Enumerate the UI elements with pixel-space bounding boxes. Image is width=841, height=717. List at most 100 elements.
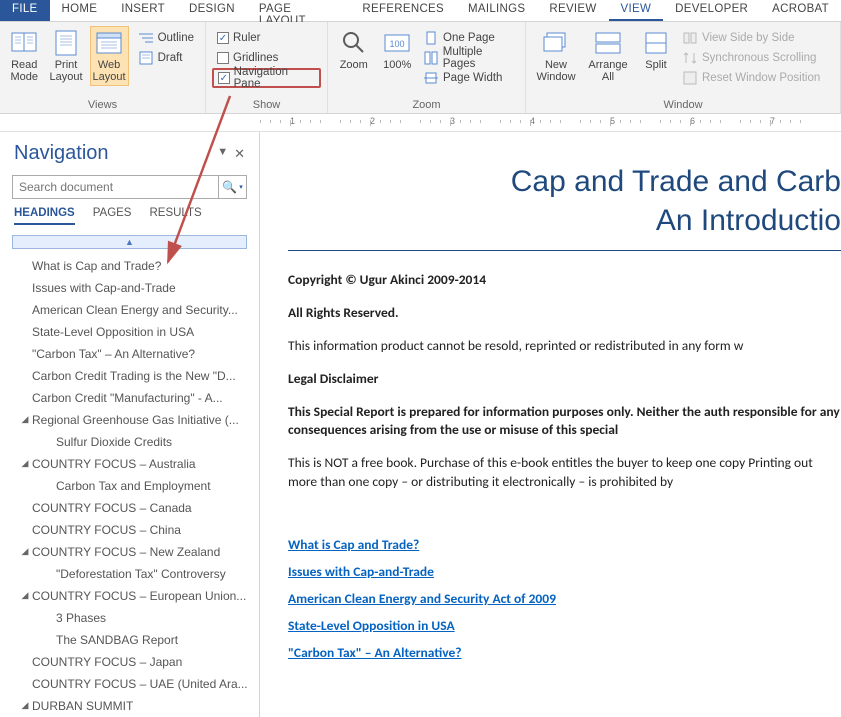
zoom-100-button[interactable]: 100 100% [378, 26, 418, 74]
collapse-all-button[interactable]: ▲ [12, 235, 247, 249]
outline-label: Outline [158, 32, 194, 44]
group-views-label: Views [6, 99, 199, 113]
ruler-checkbox[interactable]: ✓ Ruler [212, 28, 321, 48]
gridlines-checkbox[interactable]: Gridlines [212, 48, 321, 68]
group-show: ✓ Ruler Gridlines ✓ Navigation Pane Show [206, 22, 328, 113]
nav-dropdown-icon[interactable]: ▼ [217, 146, 228, 162]
heading-item[interactable]: Carbon Credit "Manufacturing" - A... [10, 387, 253, 409]
group-show-label: Show [212, 99, 321, 113]
tab-design[interactable]: DESIGN [177, 0, 247, 21]
group-zoom-label: Zoom [334, 99, 519, 113]
toc-link[interactable]: What is Cap and Trade? [288, 536, 841, 553]
hundred-icon: 100 [383, 29, 411, 57]
heading-item[interactable]: Issues with Cap-and-Trade [10, 277, 253, 299]
heading-item[interactable]: State-Level Opposition in USA [10, 321, 253, 343]
outline-button[interactable]: Outline [133, 28, 199, 48]
horizontal-ruler[interactable]: 1234567 [0, 114, 841, 132]
heading-item[interactable]: American Clean Energy and Security... [10, 299, 253, 321]
heading-item[interactable]: ◢DURBAN SUMMIT [10, 695, 253, 717]
checkbox-icon: ✓ [217, 32, 229, 44]
tab-review[interactable]: REVIEW [537, 0, 608, 21]
page-width-icon [423, 70, 439, 86]
nav-tab-headings[interactable]: HEADINGS [14, 207, 75, 225]
heading-label: Issues with Cap-and-Trade [32, 279, 176, 297]
tab-file[interactable]: FILE [0, 0, 50, 21]
zoom-button[interactable]: Zoom [334, 26, 374, 74]
heading-item[interactable]: The SANDBAG Report [10, 629, 253, 651]
heading-item[interactable]: "Carbon Tax" – An Alternative? [10, 343, 253, 365]
page-width-button[interactable]: Page Width [421, 68, 519, 88]
toc-link[interactable]: State-Level Opposition in USA [288, 617, 841, 634]
navigation-pane-checkbox[interactable]: ✓ Navigation Pane [212, 68, 321, 88]
new-window-button[interactable]: New Window [532, 26, 580, 86]
search-button[interactable]: 🔍▾ [218, 176, 246, 198]
ribbon: Read Mode Print Layout Web Layout Outlin… [0, 22, 841, 114]
caret-icon: ◢ [18, 699, 32, 713]
search-input[interactable] [13, 176, 218, 198]
nav-tab-pages[interactable]: PAGES [93, 207, 132, 225]
reset-position-icon [682, 70, 698, 86]
outline-icon [138, 30, 154, 46]
tab-home[interactable]: HOME [50, 0, 110, 21]
page-width-label: Page Width [443, 72, 502, 84]
nav-tab-results[interactable]: RESULTS [149, 207, 201, 225]
navigation-pane-label: Navigation Pane [234, 66, 315, 90]
rights-text: All Rights Reserved. [288, 304, 841, 323]
tab-references[interactable]: REFERENCES [350, 0, 456, 21]
side-by-side-icon [682, 30, 698, 46]
split-button[interactable]: Split [636, 26, 676, 74]
heading-label: COUNTRY FOCUS – China [32, 521, 181, 539]
tab-mailings[interactable]: MAILINGS [456, 0, 537, 21]
legal-disclaimer-heading: Legal Disclaimer [288, 370, 841, 389]
tab-page-layout[interactable]: PAGE LAYOUT [247, 0, 351, 21]
print-layout-label: Print Layout [50, 59, 83, 83]
draft-button[interactable]: Draft [133, 48, 199, 68]
reset-position-button[interactable]: Reset Window Position [680, 68, 822, 88]
toc-link[interactable]: American Clean Energy and Security Act o… [288, 590, 841, 607]
tab-developer[interactable]: DEVELOPER [663, 0, 760, 21]
reset-position-label: Reset Window Position [702, 72, 820, 84]
toc-link[interactable]: "Carbon Tax" – An Alternative? [288, 644, 841, 661]
nav-close-icon[interactable]: ✕ [234, 146, 245, 162]
read-mode-button[interactable]: Read Mode [6, 26, 43, 86]
heading-item[interactable]: ◢Regional Greenhouse Gas Initiative (... [10, 409, 253, 431]
tab-insert[interactable]: INSERT [109, 0, 177, 21]
heading-item[interactable]: ◢COUNTRY FOCUS – New Zealand [10, 541, 253, 563]
document-title: Cap and Trade and CarbAn Introductio [288, 162, 841, 240]
heading-label: DURBAN SUMMIT [32, 697, 133, 715]
toc-link[interactable]: Issues with Cap-and-Trade [288, 563, 841, 580]
heading-item[interactable]: "Deforestation Tax" Controversy [10, 563, 253, 585]
one-page-button[interactable]: One Page [421, 28, 519, 48]
print-layout-icon [52, 29, 80, 57]
web-layout-button[interactable]: Web Layout [90, 26, 129, 86]
multiple-pages-button[interactable]: Multiple Pages [421, 48, 519, 68]
document-area[interactable]: Cap and Trade and CarbAn Introductio Cop… [260, 132, 841, 717]
sync-scroll-button[interactable]: Synchronous Scrolling [680, 48, 822, 68]
print-layout-button[interactable]: Print Layout [47, 26, 86, 86]
web-layout-label: Web Layout [93, 59, 126, 83]
heading-item[interactable]: COUNTRY FOCUS – Japan [10, 651, 253, 673]
heading-item[interactable]: COUNTRY FOCUS – UAE (United Ara... [10, 673, 253, 695]
heading-label: COUNTRY FOCUS – Canada [32, 499, 192, 517]
heading-item[interactable]: ◢COUNTRY FOCUS – European Union... [10, 585, 253, 607]
heading-item[interactable]: 3 Phases [10, 607, 253, 629]
group-window: New Window Arrange All Split View Side b… [526, 22, 841, 113]
heading-item[interactable]: ◢COUNTRY FOCUS – Australia [10, 453, 253, 475]
heading-item[interactable]: Carbon Tax and Employment [10, 475, 253, 497]
heading-item[interactable]: What is Cap and Trade? [10, 255, 253, 277]
read-mode-icon [10, 29, 38, 57]
arrange-all-button[interactable]: Arrange All [584, 26, 632, 86]
arrange-all-label: Arrange All [587, 59, 629, 83]
heading-item[interactable]: COUNTRY FOCUS – China [10, 519, 253, 541]
heading-label: Carbon Credit "Manufacturing" - A... [32, 389, 223, 407]
heading-label: "Deforestation Tax" Controversy [56, 565, 226, 583]
tab-view[interactable]: VIEW [609, 0, 664, 21]
heading-item[interactable]: COUNTRY FOCUS – Canada [10, 497, 253, 519]
one-page-icon [423, 30, 439, 46]
split-icon [642, 29, 670, 57]
heading-item[interactable]: Carbon Credit Trading is the New "D... [10, 365, 253, 387]
heading-item[interactable]: Sulfur Dioxide Credits [10, 431, 253, 453]
tab-acrobat[interactable]: ACROBAT [760, 0, 841, 21]
side-by-side-button[interactable]: View Side by Side [680, 28, 822, 48]
search-box: 🔍▾ [12, 175, 247, 199]
